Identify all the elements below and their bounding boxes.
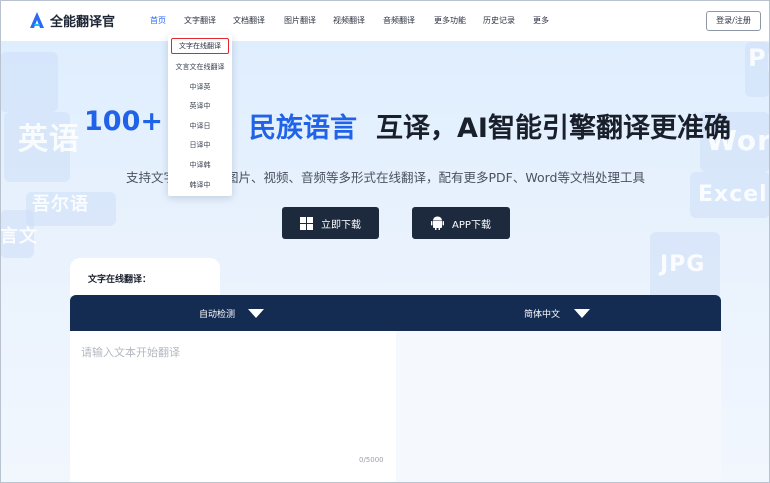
deco-word: Ppt — [748, 44, 770, 72]
char-counter: 0/5000 — [359, 456, 384, 464]
dropdown-item-ja-zh[interactable]: 日译中 — [168, 140, 232, 150]
logo-icon — [30, 12, 44, 28]
android-icon — [431, 216, 445, 230]
dropdown-item-zh-ko[interactable]: 中译韩 — [168, 160, 232, 170]
source-dropdown-arrow-icon[interactable] — [248, 309, 264, 318]
nav-image-translate[interactable]: 图片翻译 — [284, 15, 316, 26]
subline-part-b: 图片、视频、音频等多形式在线翻译，配有更多PDF、Word等文档处理工具 — [226, 170, 645, 185]
download-button-label: 立即下载 — [321, 219, 361, 231]
login-register-button[interactable]: 登录/注册 — [706, 11, 761, 31]
nav-history[interactable]: 历史记录 — [483, 15, 515, 26]
dropdown-item-zh-ja[interactable]: 中译日 — [168, 121, 232, 131]
deco-word: 言文 — [0, 226, 38, 247]
translator-tab-label: 文字在线翻译： — [88, 275, 152, 285]
download-button[interactable]: 立即下载 — [282, 207, 379, 239]
target-dropdown-arrow-icon[interactable] — [574, 309, 590, 318]
headline-languages: 民族语言 — [249, 113, 357, 144]
headline-tagline: 互译，AI智能引擎翻译更准确 — [376, 113, 731, 144]
dropdown-item-en-zh[interactable]: 英译中 — [168, 101, 232, 111]
deco-word: Excel — [698, 182, 768, 207]
hero-headline: 100+ 民族语言 互译，AI智能引擎翻译更准确 — [84, 106, 731, 144]
nav-more-features[interactable]: 更多功能 — [434, 15, 466, 26]
app-download-button[interactable]: APP下载 — [412, 207, 510, 239]
dropdown-item-classical-chinese[interactable]: 文言文在线翻译 — [168, 62, 232, 72]
language-bar — [70, 295, 721, 331]
app-download-label: APP下载 — [452, 219, 491, 231]
source-language-select[interactable]: 自动检测 — [199, 307, 235, 320]
deco-card — [0, 52, 58, 112]
deco-word: JPG — [660, 252, 706, 277]
nav-audio-translate[interactable]: 音频翻译 — [383, 15, 415, 26]
nav-home[interactable]: 首页 — [150, 15, 166, 26]
text-translate-dropdown: 文字在线翻译 文言文在线翻译 中译英 英译中 中译日 日译中 中译韩 韩译中 — [168, 35, 232, 196]
nav-more[interactable]: 更多 — [533, 15, 549, 26]
brand-name[interactable]: 全能翻译官 — [50, 11, 115, 30]
deco-word: 吾尔语 — [32, 194, 89, 215]
dropdown-item-ko-zh[interactable]: 韩译中 — [168, 180, 232, 190]
nav-doc-translate[interactable]: 文档翻译 — [233, 15, 265, 26]
dropdown-item-online-text[interactable]: 文字在线翻译 — [171, 38, 229, 54]
nav-text-translate[interactable]: 文字翻译 — [184, 15, 216, 26]
input-placeholder: 请输入文本开始翻译 — [81, 346, 180, 359]
windows-icon — [300, 216, 313, 230]
top-header: 全能翻译官 首页 文字翻译 文档翻译 图片翻译 视频翻译 音频翻译 更多功能 历… — [0, 0, 770, 42]
translation-output — [396, 331, 721, 483]
headline-count: 100+ — [84, 106, 163, 137]
dropdown-item-zh-en[interactable]: 中译英 — [168, 82, 232, 92]
target-language-select[interactable]: 简体中文 — [524, 307, 560, 320]
deco-word: 英语 — [18, 122, 80, 157]
nav-video-translate[interactable]: 视频翻译 — [333, 15, 365, 26]
